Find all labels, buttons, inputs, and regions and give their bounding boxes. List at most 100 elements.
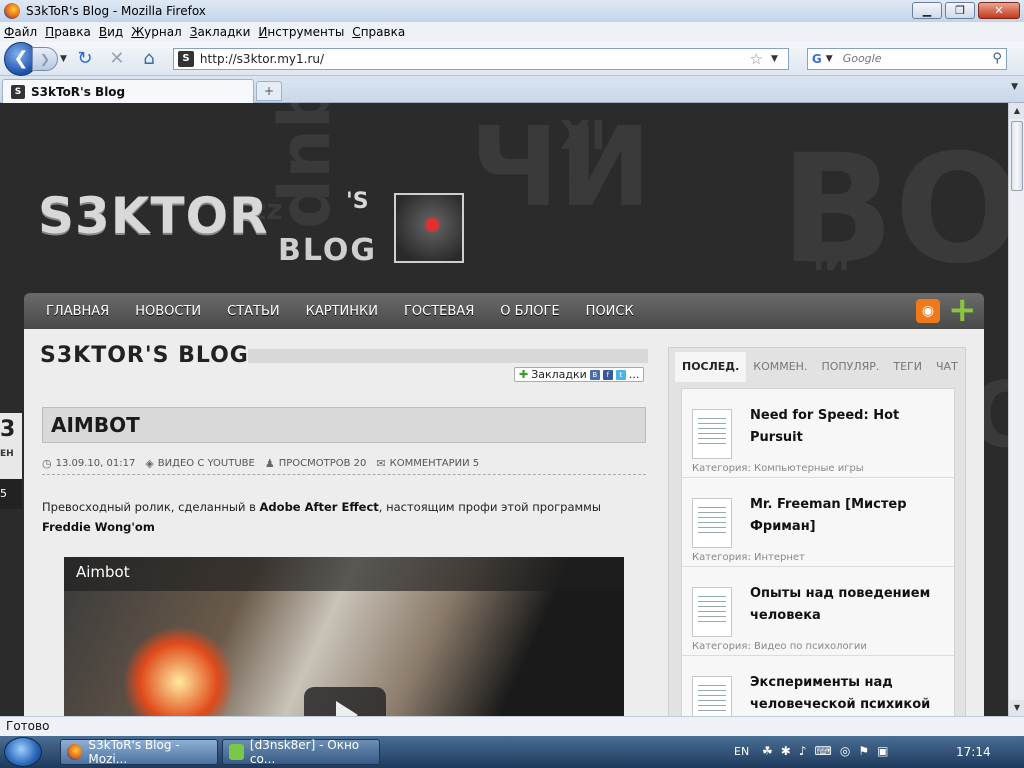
tab-label: S3kToR's Blog [31,84,126,99]
list-item-title[interactable]: Эксперименты над человеческой психикой [750,672,950,716]
reload-icon[interactable]: ↻ [73,47,97,71]
vk-icon[interactable]: B [589,369,600,380]
video-player[interactable]: Aimbot [64,557,624,716]
nav-search[interactable]: ПОИСК [586,304,634,319]
new-tab-button[interactable]: + [256,81,282,101]
comment-count-badge[interactable]: 5 [0,479,22,509]
menu-bar: Файл Правка Вид Журнал Закладки Инструме… [0,22,1024,42]
user-icon: ♟ [264,457,275,470]
facebook-icon[interactable]: f [602,369,613,380]
more-icon[interactable]: ... [629,368,640,381]
menu-bookmarks[interactable]: Закладки [190,25,251,39]
close-button[interactable]: ✕ [978,2,1020,19]
post-title[interactable]: AIMBOT [51,413,140,437]
nav-home[interactable]: ГЛАВНАЯ [46,304,109,319]
menu-tools[interactable]: Инструменты [258,25,344,39]
add-plus-icon[interactable]: + [948,293,977,327]
scroll-thumb[interactable] [1011,121,1023,191]
date-day: 3 [0,417,16,442]
tab-popular[interactable]: ПОПУЛЯР. [814,352,886,382]
nav-news[interactable]: НОВОСТИ [135,304,201,319]
url-bar[interactable]: S ☆ ▼ [172,47,789,70]
list-item-title[interactable]: Mr. Freeman [Мистер Фриман] [750,494,950,538]
list-item[interactable]: Опыты над поведением человека Категория:… [682,567,954,656]
tab-tags[interactable]: ТЕГИ [886,352,929,382]
task-chat-window[interactable]: [d3nsk8er] - Окно со... [222,738,380,766]
security-icon[interactable]: ⚑ [858,744,869,758]
menu-view[interactable]: Вид [99,25,123,39]
tab-latest[interactable]: ПОСЛЕД. [675,352,747,382]
windows-taskbar: S3kToR's Blog - Mozi... [d3nsk8er] - Окн… [0,736,1024,768]
clock[interactable]: 17:14 [956,745,991,759]
search-input[interactable] [842,52,993,65]
robot-avatar-icon [394,193,464,263]
nav-pictures[interactable]: КАРТИНКИ [306,304,378,319]
page-scrollbar[interactable]: ▲ ▼ [1008,103,1024,716]
rss-icon[interactable]: ◉ [916,299,940,323]
comments-icon: ✉ [376,457,386,470]
twitter-icon[interactable]: t [615,369,626,380]
firefox-icon [4,3,20,19]
list-item[interactable]: Need for Speed: Hot Pursuit Категория: К… [682,389,954,478]
nav-articles[interactable]: СТАТЬИ [227,304,280,319]
list-item-category: Категория: Компьютерные игры [692,463,864,474]
post-datetime: 13.09.10, 01:17 [55,458,136,469]
list-item-title[interactable]: Need for Speed: Hot Pursuit [750,405,950,449]
tab-list-icon[interactable]: ▼ [1011,82,1018,92]
volume-icon[interactable]: ♪ [799,744,807,758]
system-tray: ☘ ✱ ♪ ⌨ ◎ ⚑ ▣ [762,744,888,758]
monitor-icon[interactable]: ▣ [877,744,888,758]
post-date: ◷ 13.09.10, 01:17 [42,457,135,470]
keyboard-icon[interactable]: ⌨ [815,744,832,758]
video-title[interactable]: Aimbot [76,563,130,581]
bookmark-star-icon[interactable]: ☆ [750,50,763,68]
social-bookmarks-button[interactable]: ✚ Закладки B f t ... [514,367,645,382]
update-icon[interactable]: ◎ [840,744,850,758]
chat-icon [229,744,244,760]
menu-edit[interactable]: Правка [45,25,91,39]
nav-about[interactable]: О БЛОГЕ [500,304,559,319]
maximize-button[interactable]: ❐ [945,2,975,19]
history-dropdown-icon[interactable]: ▼ [60,54,67,64]
tab-chat[interactable]: ЧАТ [929,352,965,382]
language-indicator[interactable]: EN [734,745,749,758]
start-button[interactable] [4,737,42,767]
video-title-bar [64,557,624,591]
url-dropdown-icon[interactable]: ▼ [771,54,778,64]
post-comments[interactable]: ✉ КОММЕНТАРИИ 5 [376,457,479,470]
url-input[interactable] [199,51,750,66]
window-controls: ▁ ❐ ✕ [912,2,1020,19]
menu-file[interactable]: Файл [4,25,37,39]
post-category[interactable]: ◈ ВИДЕО С YOUTUBE [145,457,255,470]
search-bar[interactable]: G ▼ ⚲ [806,47,1007,70]
post-comments-label[interactable]: КОММЕНТАРИИ 5 [390,458,480,469]
forward-button[interactable]: ❯ [32,46,58,71]
tool-icon[interactable]: ✱ [781,744,791,758]
site-identity-icon[interactable]: S [177,50,194,67]
site-logo-text[interactable]: S3KTOR [38,187,269,245]
search-icon[interactable]: ⚲ [992,51,1002,66]
list-item[interactable]: Эксперименты над человеческой психикой [682,656,954,716]
tab-comments[interactable]: КОММЕН. [746,352,814,382]
play-icon [336,701,358,716]
list-item-category: Категория: Интернет [692,552,805,563]
menu-help[interactable]: Справка [352,25,405,39]
post-category-label[interactable]: ВИДЕО С YOUTUBE [158,458,255,469]
network-icon[interactable]: ☘ [762,744,773,758]
minimize-button[interactable]: ▁ [912,2,942,19]
list-item[interactable]: Mr. Freeman [Мистер Фриман] Категория: И… [682,478,954,567]
task-firefox[interactable]: S3kToR's Blog - Mozi... [60,738,218,766]
play-button[interactable] [304,687,386,716]
menu-history[interactable]: Журнал [131,25,182,39]
status-bar: Готово [0,716,1024,736]
scroll-down-icon[interactable]: ▼ [1009,700,1024,716]
scroll-up-icon[interactable]: ▲ [1009,103,1024,119]
google-engine-icon[interactable]: G [812,52,822,66]
engine-dropdown-icon[interactable]: ▼ [826,54,833,64]
list-item-title[interactable]: Опыты над поведением человека [750,583,950,627]
nav-guestbook[interactable]: ГОСТЕВАЯ [404,304,474,319]
tab-s3ktor-blog[interactable]: S S3kToR's Blog [2,79,254,103]
home-icon[interactable]: ⌂ [137,47,161,71]
stop-icon[interactable]: ✕ [105,47,129,71]
post-text-bold: Adobe After Effect [259,500,379,514]
